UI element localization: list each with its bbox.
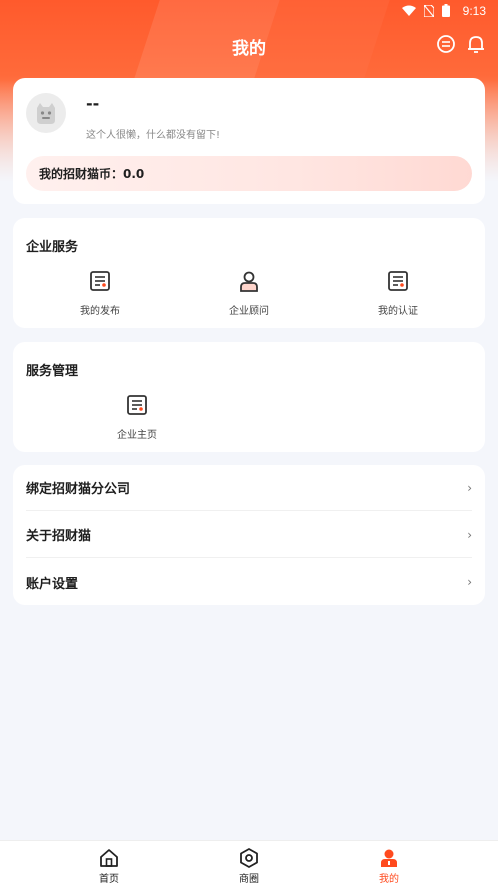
chevron-right-icon: › bbox=[467, 480, 472, 495]
tab-home[interactable]: 首页 bbox=[79, 848, 139, 885]
service-label: 我的认证 bbox=[378, 306, 418, 317]
tab-business-circle[interactable]: 商圈 bbox=[219, 848, 279, 885]
service-my-posts[interactable]: 我的发布 bbox=[55, 270, 145, 317]
wifi-icon bbox=[402, 5, 416, 16]
service-label: 企业主页 bbox=[117, 430, 157, 441]
list-item-bind-branch[interactable]: 绑定招财猫分公司 › bbox=[26, 465, 472, 511]
page-title: 我的 bbox=[232, 39, 266, 59]
settings-list: 绑定招财猫分公司 › 关于招财猫 › 账户设置 › bbox=[13, 465, 485, 605]
bottom-nav: 首页 商圈 我的 bbox=[0, 840, 498, 887]
person-icon bbox=[379, 848, 399, 868]
home-icon bbox=[99, 848, 119, 868]
bell-icon[interactable] bbox=[465, 33, 487, 55]
nickname: -- bbox=[86, 94, 100, 113]
chevron-right-icon: › bbox=[467, 575, 472, 589]
service-enterprise-advisor[interactable]: 企业顾问 bbox=[204, 270, 294, 317]
enterprise-services-card: 企业服务 我的发布 企业顾问 我的认证 bbox=[13, 218, 485, 328]
message-icon[interactable] bbox=[435, 33, 457, 55]
coin-label: 我的招财猫币： bbox=[39, 167, 124, 181]
default-avatar-icon bbox=[37, 103, 55, 124]
battery-icon bbox=[442, 4, 450, 17]
service-management-card: 服务管理 企业主页 bbox=[13, 342, 485, 452]
list-item-label: 绑定招财猫分公司 bbox=[26, 482, 131, 497]
avatar[interactable] bbox=[26, 93, 66, 133]
coin-balance-bar[interactable]: 我的招财猫币： 0.0 bbox=[26, 156, 472, 191]
tab-label: 首页 bbox=[99, 874, 119, 885]
list-item-label: 关于招财猫 bbox=[26, 529, 92, 544]
status-bar: 9:13 bbox=[0, 0, 498, 22]
document-icon bbox=[89, 270, 111, 292]
tab-label: 我的 bbox=[379, 874, 399, 885]
bio-text: 这个人很懒，什么都没有留下! bbox=[86, 130, 221, 141]
service-enterprise-homepage[interactable]: 企业主页 bbox=[92, 394, 182, 441]
tab-label: 商圈 bbox=[239, 874, 259, 885]
chevron-right-icon: › bbox=[467, 527, 472, 542]
service-my-certification[interactable]: 我的认证 bbox=[353, 270, 443, 317]
no-sim-icon bbox=[424, 4, 434, 17]
person-icon bbox=[238, 270, 260, 292]
section-title: 服务管理 bbox=[26, 364, 79, 379]
service-label: 企业顾问 bbox=[229, 306, 269, 317]
hexagon-icon bbox=[239, 848, 259, 868]
list-item-label: 账户设置 bbox=[26, 576, 79, 592]
profile-card[interactable]: -- 这个人很懒，什么都没有留下! 我的招财猫币： 0.0 bbox=[13, 78, 485, 204]
section-title: 企业服务 bbox=[26, 240, 79, 255]
list-item-account-settings[interactable]: 账户设置 › bbox=[26, 559, 472, 605]
coin-value: 0.0 bbox=[123, 166, 145, 181]
document-icon bbox=[387, 270, 409, 292]
list-item-about[interactable]: 关于招财猫 › bbox=[26, 512, 472, 558]
document-icon bbox=[126, 394, 148, 416]
clock: 9:13 bbox=[462, 4, 486, 18]
service-label: 我的发布 bbox=[80, 306, 120, 317]
tab-mine[interactable]: 我的 bbox=[359, 848, 419, 885]
